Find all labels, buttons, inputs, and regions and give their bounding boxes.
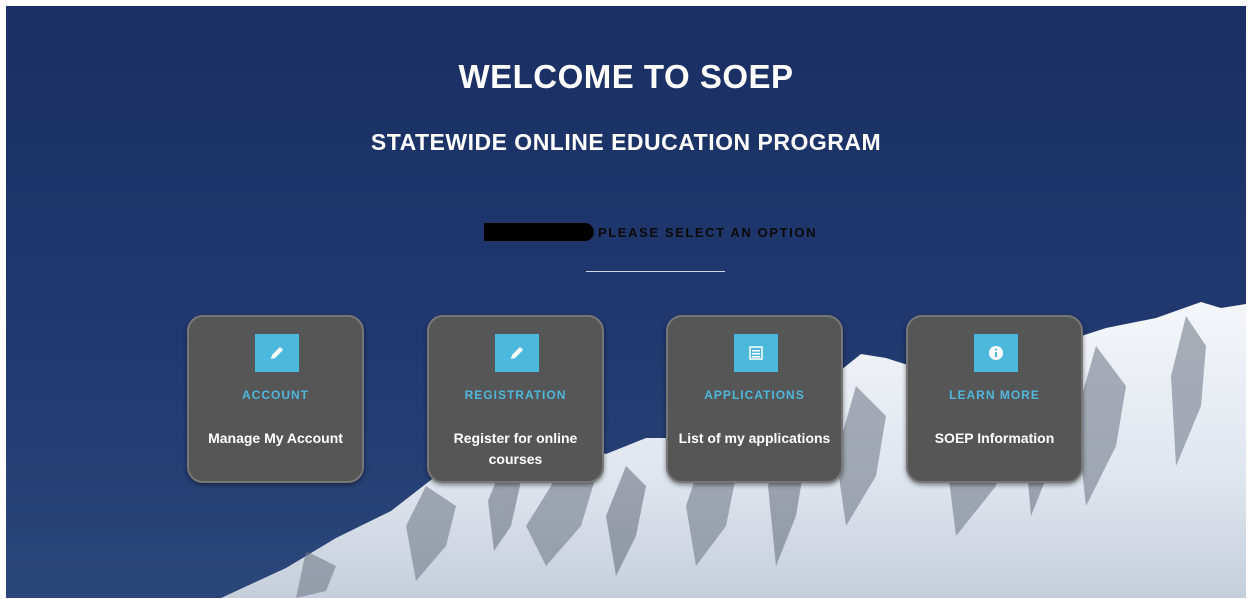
page-subtitle: STATEWIDE ONLINE EDUCATION PROGRAM <box>370 129 882 155</box>
page-title: WELCOME TO SOEP <box>458 58 794 95</box>
card-label: LEARN MORE <box>949 388 1040 402</box>
registration-card[interactable]: REGISTRATION Register for online courses <box>427 315 604 483</box>
list-icon <box>734 334 778 372</box>
card-description: SOEP Information <box>934 430 1055 446</box>
select-prompt-row: PLEASE SELECT AN OPTION <box>484 220 817 244</box>
card-label: APPLICATIONS <box>704 388 805 402</box>
info-icon <box>974 334 1018 372</box>
card-description: Manage My Account <box>208 430 343 446</box>
divider <box>586 271 725 272</box>
redacted-block <box>484 223 594 241</box>
hero-background: WELCOME TO SOEP STATEWIDE ONLINE EDUCATI… <box>6 6 1246 598</box>
card-description: List of my applications <box>678 430 831 446</box>
card-label: REGISTRATION <box>464 388 567 402</box>
select-prompt: PLEASE SELECT AN OPTION <box>598 224 818 240</box>
pencil-icon <box>495 334 539 372</box>
account-card[interactable]: ACCOUNT Manage My Account <box>187 315 364 483</box>
card-description: Register for online courses <box>453 430 578 467</box>
applications-card[interactable]: APPLICATIONS List of my applications <box>666 315 843 483</box>
learn-more-card[interactable]: LEARN MORE SOEP Information <box>906 315 1083 483</box>
pencil-icon <box>255 334 299 372</box>
card-label: ACCOUNT <box>242 388 309 402</box>
